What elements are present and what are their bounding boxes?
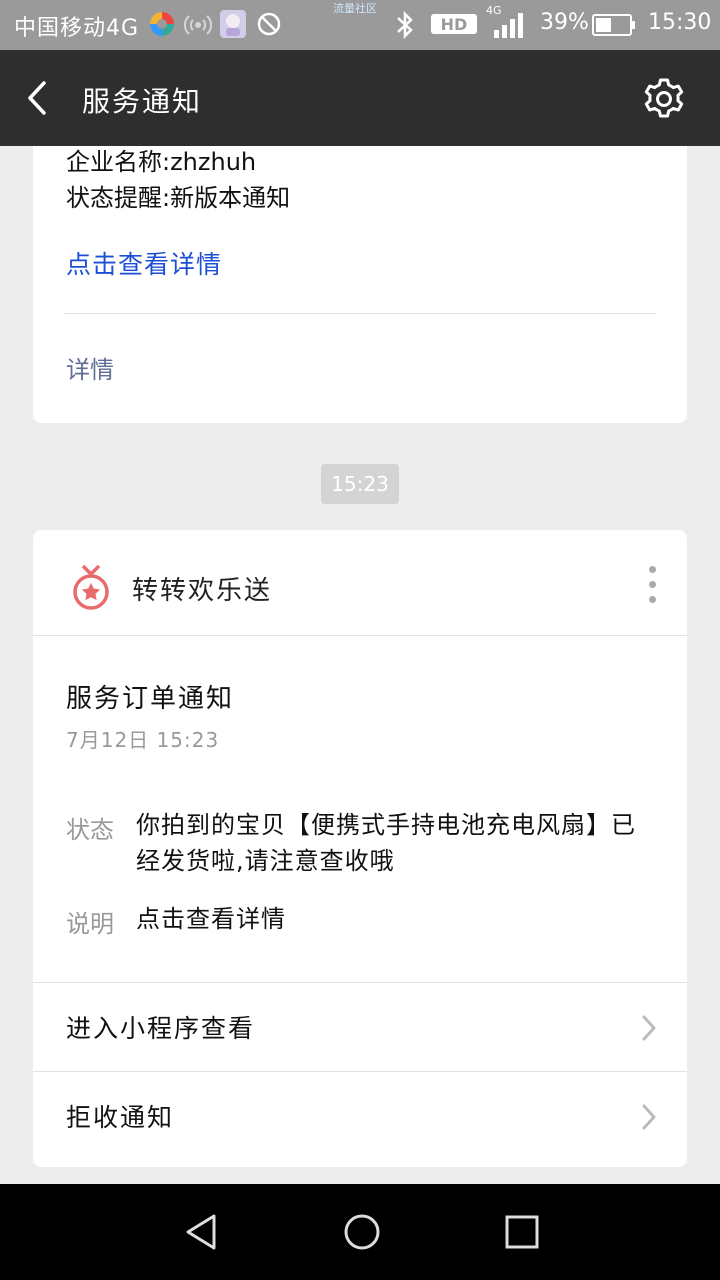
notification-card-previous[interactable]: 企业名称:zhzhuh 状态提醒:新版本通知 点击查看详情 详情 (33, 120, 687, 423)
status-bar: 中国移动4G 流量社区 HD 4G 39% 15:30 (0, 0, 720, 50)
system-nav-bar (0, 1184, 720, 1280)
reject-notification-label: 拒收通知 (66, 1103, 175, 1132)
clock: 15:30 (648, 10, 712, 35)
more-vertical-icon[interactable] (643, 566, 661, 608)
chevron-right-icon (640, 1102, 658, 1132)
page-title-text: 服务通知 (82, 85, 203, 118)
title-bar-overlay: 服务通知 (0, 50, 720, 146)
note-label: 说明 (66, 910, 114, 938)
timestamp-badge: 15:23 (321, 464, 399, 504)
home-circle-icon[interactable] (342, 1212, 382, 1252)
divider (64, 313, 656, 314)
notification-title: 服务订单通知 (66, 684, 235, 714)
carrier-label: 中国移动4G (14, 16, 140, 41)
chevron-right-icon (640, 1013, 658, 1043)
signal-icon (490, 12, 526, 44)
note-value: 点击查看详情 (136, 905, 286, 933)
notification-card-order[interactable]: 转转欢乐送 服务订单通知 7月12日 15:23 状态 你拍到的宝贝【便携式手持… (33, 530, 687, 1167)
svg-text:HD: HD (441, 15, 468, 34)
mini-program-name: 转转欢乐送 (132, 576, 273, 606)
view-details-link[interactable]: 点击查看详情 (66, 245, 222, 281)
status-label: 状态 (66, 816, 114, 844)
open-mini-program-label: 进入小程序查看 (66, 1014, 256, 1043)
app-icon-colorful (148, 10, 176, 42)
status-value: 你拍到的宝贝【便携式手持电池充电风扇】已经发货啦,请注意查收哦 (136, 811, 636, 875)
settings-gear-button[interactable] (640, 74, 688, 126)
no-disturb-icon (256, 10, 282, 42)
details-link[interactable]: 详情 (66, 350, 114, 385)
avatar-icon (218, 8, 248, 44)
open-mini-program-row[interactable]: 进入小程序查看 (33, 982, 687, 1071)
hd-icon: HD (430, 13, 478, 39)
watermark-label: 流量社区 (333, 2, 377, 15)
status-reminder-line: 状态提醒:新版本通知 (66, 184, 291, 212)
card-header[interactable]: 转转欢乐送 (33, 530, 687, 636)
back-button[interactable] (24, 80, 54, 120)
wifi-hotspot-icon (183, 10, 213, 42)
reject-notification-row[interactable]: 拒收通知 (33, 1071, 687, 1160)
battery-percent: 39% (540, 10, 589, 35)
notification-date: 7月12日 15:23 (66, 728, 220, 752)
recents-square-icon[interactable] (502, 1212, 542, 1252)
bluetooth-icon (394, 10, 416, 44)
medal-star-icon (69, 562, 113, 612)
battery-icon (592, 14, 636, 40)
company-name-line: 企业名称:zhzhuh (66, 148, 257, 176)
back-triangle-icon[interactable] (182, 1212, 222, 1252)
